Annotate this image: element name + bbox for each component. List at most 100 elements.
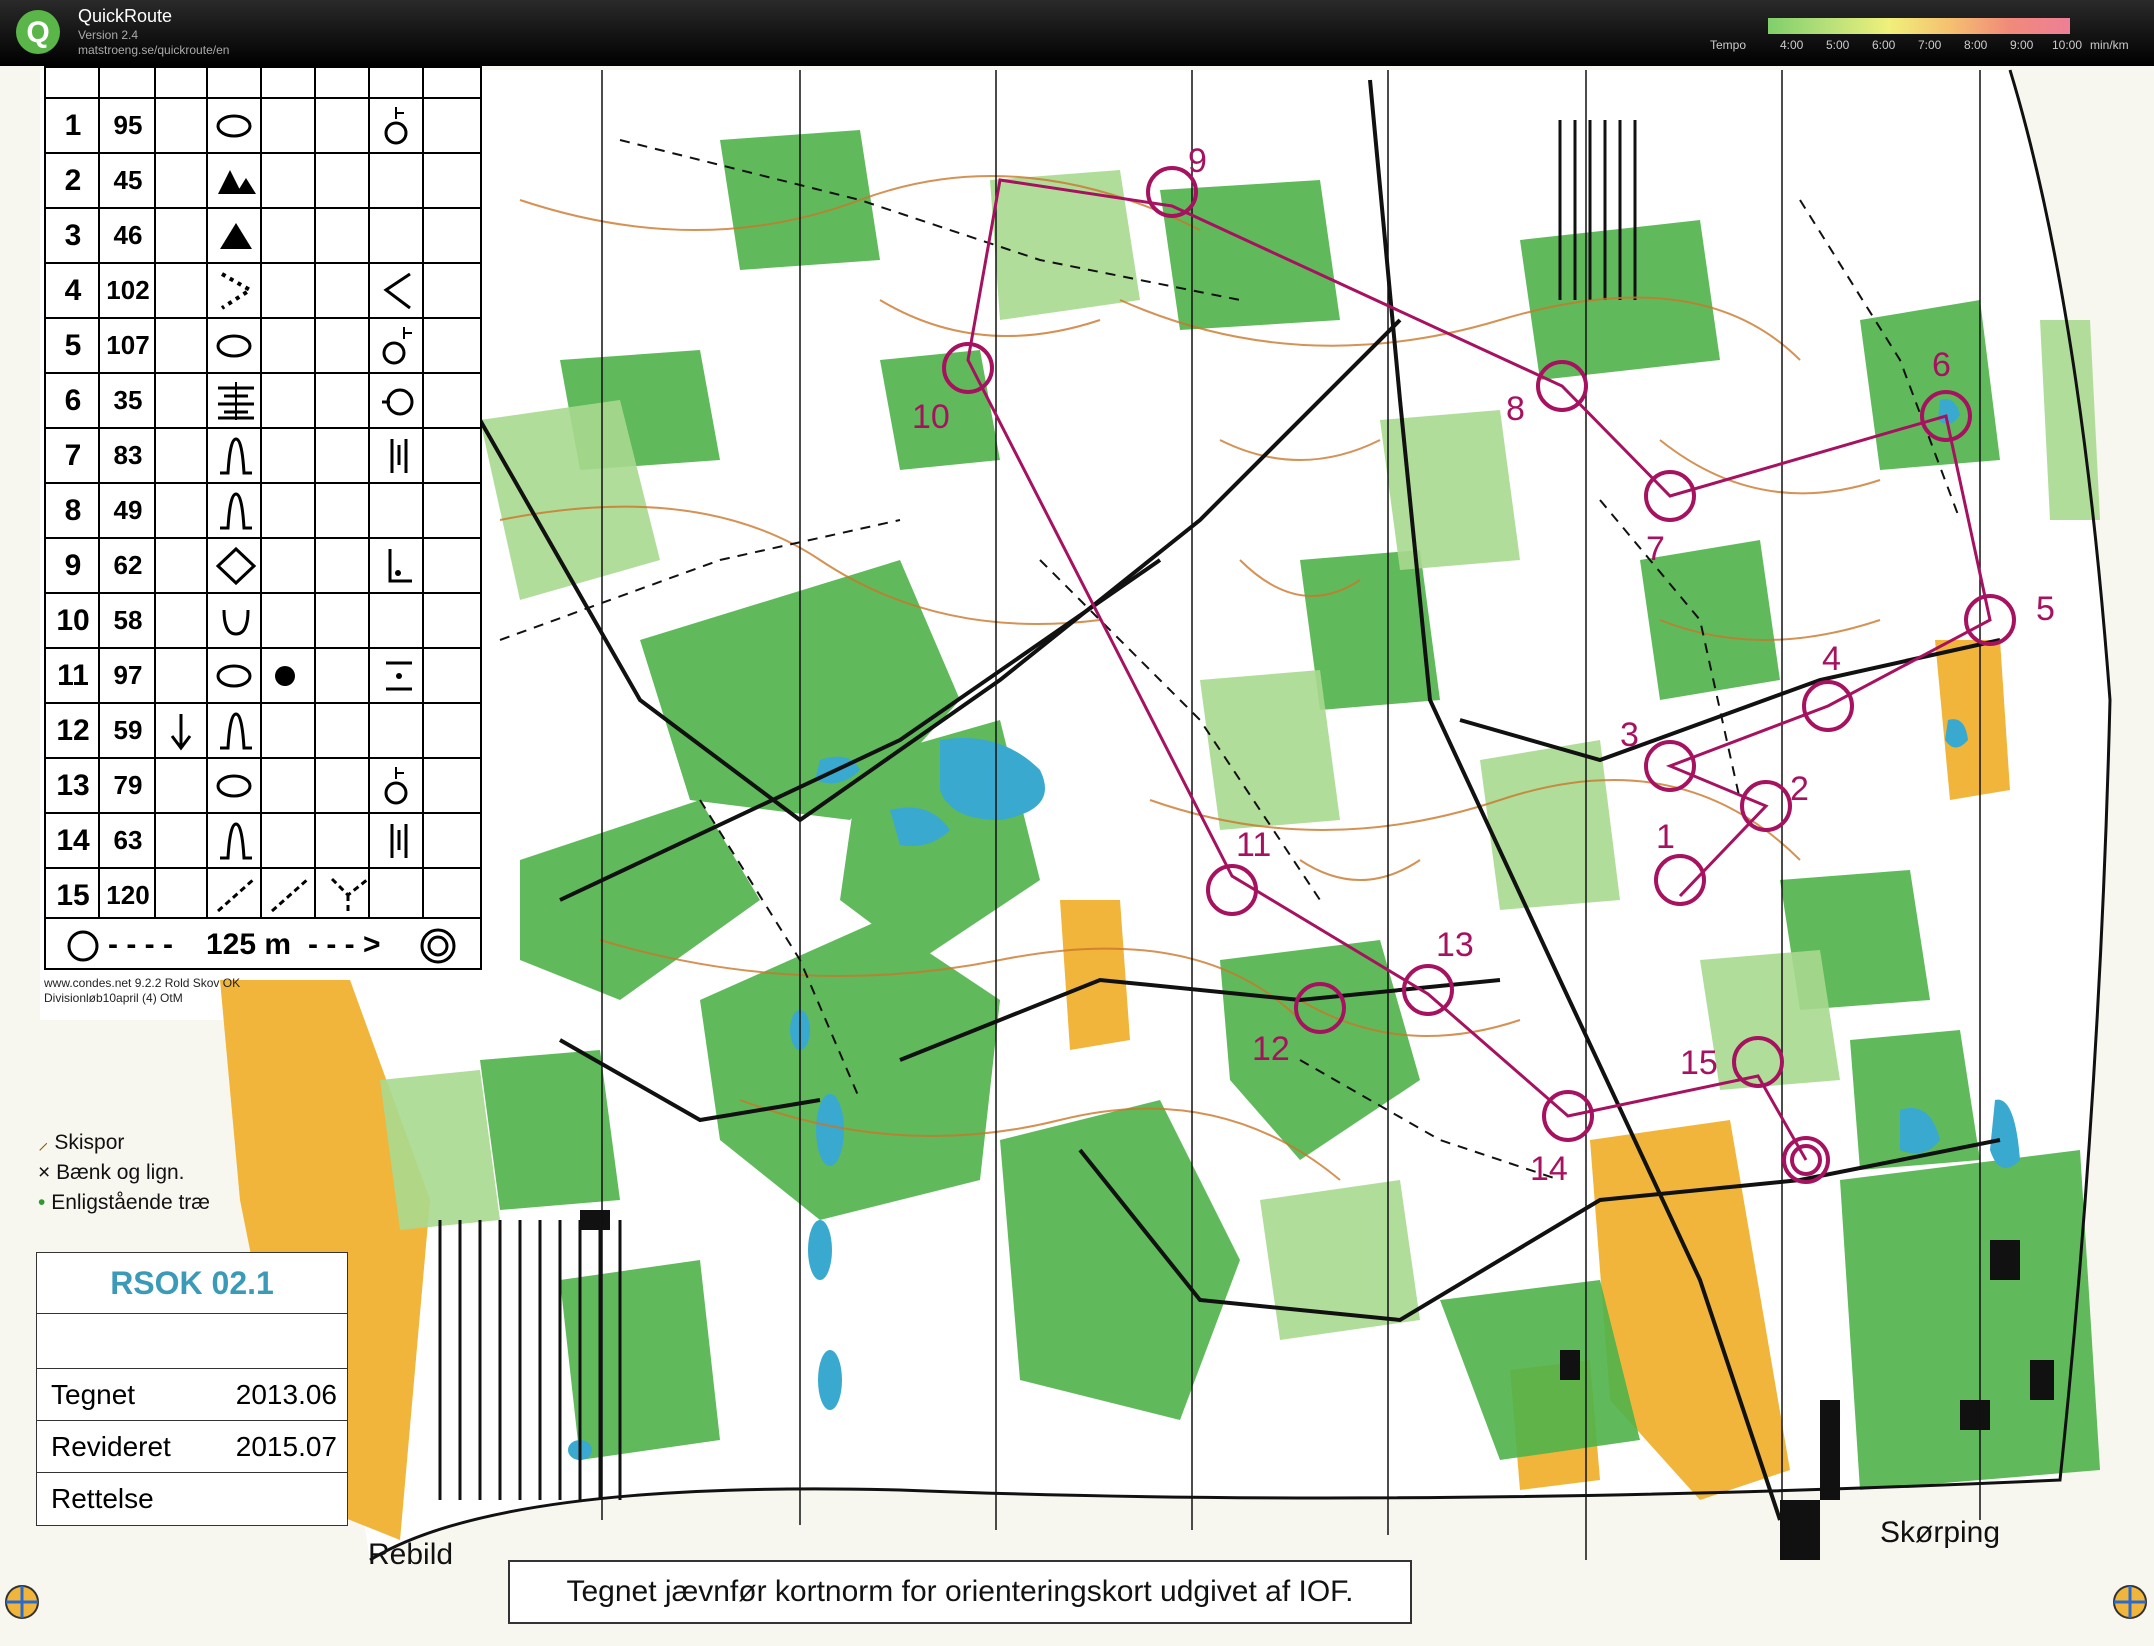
course-label: 11 [1236, 826, 1271, 864]
boulder-icon [220, 223, 252, 249]
corner-inside-icon [388, 549, 412, 583]
control-code: 49 [113, 495, 143, 525]
control-code: 79 [113, 770, 143, 800]
tempo-color-scale [1768, 18, 2070, 34]
table-header-row [46, 68, 480, 99]
bench-icon: × [38, 1161, 51, 1184]
control-row: 10 58 [46, 594, 480, 649]
last-control-icon [67, 930, 99, 962]
control-code: 83 [113, 440, 143, 470]
map-title-block: RSOK 02.1 Tegnet 2013.06 Revideret 2015.… [36, 1252, 348, 1526]
tempo-label: Tempo [1710, 38, 1747, 52]
control-number: 14 [56, 824, 90, 857]
course-label: 8 [1506, 390, 1525, 428]
control-row: 1 95 [46, 99, 480, 154]
corner-marker-icon [2113, 1585, 2147, 1619]
control-code: 97 [113, 660, 143, 690]
terrace-icon [218, 382, 254, 420]
tempo-tick: 9:00 [2010, 38, 2034, 52]
legend-item: ⸝ Skispor [38, 1128, 210, 1158]
tempo-unit: min/km [2090, 38, 2129, 52]
control-number: 6 [64, 384, 82, 417]
control-code: 35 [113, 385, 143, 415]
control-code: 62 [113, 550, 143, 580]
tempo-tick: 5:00 [1826, 38, 1850, 52]
place-name-east: Skørping [1880, 1516, 2001, 1549]
control-row: 5 107 [46, 319, 480, 374]
spur-icon [220, 492, 252, 530]
control-row: 13 79 [46, 759, 480, 814]
map-info-row: Tegnet 2013.06 [37, 1368, 347, 1421]
control-code: 59 [113, 715, 143, 745]
knoll-icon [216, 774, 252, 798]
finish-instruction-row: - - - - 125 m - - - > [46, 919, 480, 970]
tempo-tick: 4:00 [1780, 38, 1804, 52]
course-label: 4 [1822, 640, 1841, 678]
iof-norm-note: Tegnet jævnfør kortnorm for orienterings… [508, 1560, 1412, 1624]
course-label: 2 [1790, 770, 1809, 808]
small-dot-icon [275, 666, 295, 686]
quickroute-logo-icon: Q [16, 10, 60, 54]
course-name: Divisionløb10april (4) OtM [44, 991, 183, 1005]
control-row: 7 83 [46, 429, 480, 484]
corner-marker-icon [5, 1585, 39, 1619]
control-number: 13 [56, 769, 90, 802]
map-info-value: 2013.06 [235, 1379, 337, 1410]
map-info-value: 2015.07 [235, 1431, 337, 1462]
control-number: 3 [64, 219, 82, 252]
legend-label: Skispor [54, 1131, 125, 1154]
map-legend: ⸝ Skispor × Bænk og lign. • Enligstående… [38, 1128, 210, 1218]
control-number: 10 [56, 604, 90, 637]
spur-icon [220, 712, 252, 750]
small-depression-icon [222, 609, 250, 636]
control-code: 45 [113, 165, 143, 195]
corner-icon [383, 272, 411, 310]
control-description-table: 1 95 2 45 3 46 4 102 5 107 6 35 7 83 8 4… [44, 66, 482, 970]
software-credit: www.condes.net 9.2.2 Rold Skov OK [44, 976, 241, 990]
control-row: 8 49 [46, 484, 480, 539]
boulder-group-icon [218, 170, 256, 194]
control-code: 107 [106, 330, 150, 360]
position-side-icon [382, 327, 412, 365]
control-row: 2 45 [46, 154, 480, 209]
course-label: 1 [1656, 818, 1675, 856]
control-code: 46 [113, 220, 143, 250]
course-label: 12 [1252, 1030, 1290, 1068]
legend-label: Bænk og lign. [56, 1161, 185, 1184]
control-number: 2 [64, 164, 82, 197]
control-row: 15 120 [46, 869, 480, 919]
course-label: 15 [1680, 1044, 1718, 1082]
control-number: 8 [64, 494, 82, 527]
app-version: Version 2.4 [78, 28, 139, 42]
control-code: 95 [113, 110, 143, 140]
control-row: 3 46 [46, 209, 480, 264]
control-code: 102 [106, 275, 150, 305]
spur-icon [220, 822, 252, 860]
control-code: 58 [113, 605, 143, 635]
map-id: RSOK 02.1 [37, 1253, 347, 1314]
spur-icon [220, 437, 252, 475]
finish-icon [420, 928, 456, 964]
position-side-icon [384, 767, 408, 805]
map-info-label: Rettelse [51, 1483, 154, 1514]
map-info-row: Rettelse [37, 1472, 347, 1525]
course-label: 6 [1932, 346, 1951, 384]
part-middle-icon [386, 661, 412, 691]
finish-distance: 125 m [206, 928, 292, 961]
course-label: 14 [1530, 1150, 1568, 1188]
svg-text:Q: Q [26, 16, 49, 49]
place-name-west: Rebild [368, 1538, 454, 1571]
control-number: 7 [64, 439, 82, 472]
course-label: 3 [1620, 716, 1639, 754]
control-code: 120 [106, 880, 150, 910]
knoll-icon [216, 664, 252, 688]
knoll-icon [216, 334, 252, 358]
position-west-icon [382, 388, 414, 416]
down-arrow-icon [170, 714, 192, 751]
legend-item: • Enligstående træ [38, 1188, 210, 1218]
reentrant-icon [220, 272, 254, 310]
app-url[interactable]: matstroeng.se/quickroute/en [78, 43, 229, 57]
control-row: 4 102 [46, 264, 480, 319]
course-label: 10 [912, 398, 950, 436]
control-number: 4 [64, 274, 82, 307]
